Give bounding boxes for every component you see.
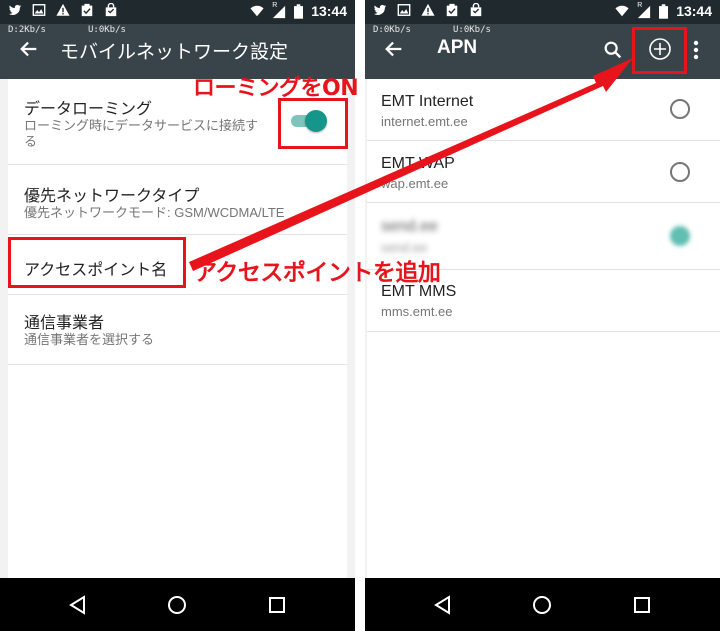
setting-preferred-network-type[interactable]: 優先ネットワークタイプ 優先ネットワークモード: GSM/WCDMA/LTE [8,165,347,235]
back-arrow-icon[interactable] [18,38,40,60]
setting-subtitle: 優先ネットワークモード: GSM/WCDMA/LTE [24,205,285,220]
apn-name: EMT WAP [381,155,455,172]
roaming-indicator: R [637,2,643,9]
bag-icon [470,3,482,17]
status-bar: R 13:44 [0,0,355,24]
apn-radio-button[interactable] [670,99,690,119]
setting-title: 優先ネットワークタイプ [24,188,200,205]
apn-address: wap.emt.ee [381,176,449,191]
annotation-add-access-point: アクセスポイントを追加 [194,260,441,286]
apn-name: send.ee [381,218,438,235]
apn-address: mms.emt.ee [381,304,453,319]
clipboard-check-icon [81,3,93,17]
twitter-icon [8,4,22,15]
phone-screen-apn-list: R 13:44 D:0Kb/s U:0Kb/s APN EMT Internet… [365,0,720,631]
setting-subtitle: 通信事業者を選択する [24,332,155,347]
twitter-icon [373,4,387,15]
back-arrow-icon[interactable] [383,38,405,60]
apn-radio-button-selected[interactable] [670,226,690,246]
status-bar: R 13:44 [365,0,720,24]
apn-name: EMT Internet [381,93,474,110]
highlight-box-roaming-toggle [278,98,348,149]
status-time: 13:44 [676,3,712,19]
setting-subtitle: ローミング時にデータサービスに接続する [24,118,259,149]
nav-home-icon[interactable] [529,592,555,618]
battery-icon [294,3,304,19]
annotation-roaming-on: ローミングをON [193,76,359,101]
roaming-indicator: R [272,2,278,9]
setting-carrier[interactable]: 通信事業者 通信事業者を選択する [8,295,347,365]
status-time: 13:44 [311,3,347,19]
page-title: モバイルネットワーク設定 [60,42,289,63]
nav-back-icon[interactable] [65,592,91,618]
nav-recents-icon[interactable] [629,592,655,618]
bag-icon [105,3,117,17]
download-speed: D:2Kb/s [8,25,46,35]
battery-icon [659,3,669,19]
apn-list: EMT Internet internet.emt.ee EMT WAP wap… [367,79,720,578]
nav-home-icon[interactable] [164,592,190,618]
warning-icon [421,3,435,16]
highlight-box-access-point-names [8,237,186,288]
upload-speed: U:0Kb/s [453,25,491,35]
highlight-box-add-apn [632,27,687,74]
upload-speed: U:0Kb/s [88,25,126,35]
clipboard-check-icon [446,3,458,17]
nav-back-icon[interactable] [430,592,456,618]
wifi-icon [250,5,264,17]
setting-title: 通信事業者 [24,315,105,332]
page-title: APN [437,37,478,58]
settings-list: データローミング ローミング時にデータサービスに接続する 優先ネットワークタイプ… [8,79,347,578]
search-icon[interactable] [602,39,624,61]
image-icon [397,4,411,16]
navigation-bar [0,578,355,631]
navigation-bar [365,578,720,631]
nav-recents-icon[interactable] [264,592,290,618]
apn-address: internet.emt.ee [381,114,468,129]
download-speed: D:0Kb/s [373,25,411,35]
image-icon [32,4,46,16]
apn-radio-button[interactable] [670,162,690,182]
warning-icon [56,3,70,16]
apn-item[interactable]: EMT WAP wap.emt.ee [367,141,720,203]
wifi-icon [615,5,629,17]
more-options-icon[interactable] [693,40,699,60]
setting-title: データローミング [24,101,153,118]
apn-item[interactable]: EMT Internet internet.emt.ee [367,79,720,141]
